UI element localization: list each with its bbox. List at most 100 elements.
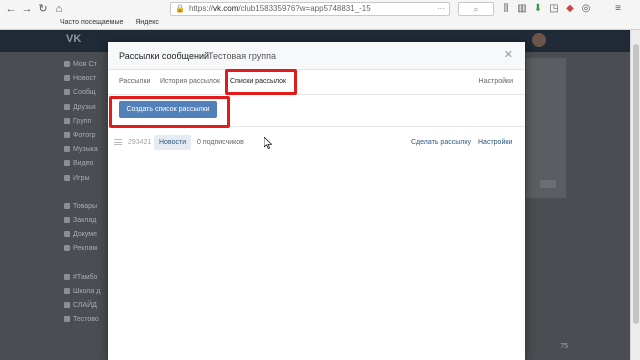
sidebar-item-icon <box>64 288 70 294</box>
sidebar-item: Сообщ <box>64 86 108 100</box>
modal-group-name: Тестовая группа <box>208 51 277 61</box>
sidebar-item: #Тамбо <box>64 271 108 285</box>
library-icon[interactable]: ⫼ <box>500 2 512 16</box>
sidebar-item-label: Музыка <box>73 146 98 154</box>
sidebar-item <box>64 186 108 200</box>
sidebar-item-label: Школа д <box>73 288 101 295</box>
sidebar-item: Заклад <box>64 214 108 228</box>
sidebar-item-label: Товары <box>73 202 98 210</box>
sidebar-item: Видео <box>64 157 108 171</box>
addon-icon[interactable]: ◆ <box>564 2 576 16</box>
list-settings-link[interactable]: Настройки <box>478 139 512 146</box>
sidebar-item: Тестово <box>64 313 108 327</box>
page-actions-icon[interactable]: ··· <box>437 3 445 15</box>
mouse-cursor-icon <box>264 137 272 149</box>
sidebar-item-label: Видео <box>73 160 94 168</box>
scrollbar[interactable] <box>630 30 640 360</box>
sidebar-item-icon <box>64 174 70 181</box>
home-icon[interactable]: ⌂ <box>52 2 66 16</box>
tab-settings[interactable]: Настройки <box>479 78 513 85</box>
close-icon[interactable]: ✕ <box>504 49 513 61</box>
reload-icon[interactable]: ↻ <box>36 2 50 16</box>
sidebar-item: Новост <box>64 72 108 86</box>
sidebar-item-icon <box>64 75 70 82</box>
sidebar-item-label: #Тамбо <box>73 273 98 281</box>
address-bar[interactable]: 🔒 https://vk.com/club158335976?w=app5748… <box>170 2 450 16</box>
menu-icon[interactable]: ≡ <box>612 2 624 16</box>
sidebar-item-label: Моя Ст <box>73 61 97 68</box>
sidebar-item-icon <box>64 117 70 124</box>
sidebar-item-icon <box>64 103 70 110</box>
scrollbar-thumb[interactable] <box>633 44 639 324</box>
lock-icon: 🔒 <box>175 4 185 13</box>
sidebar-item <box>64 257 108 271</box>
sidebar-item: Музыка <box>64 143 108 157</box>
tab-mailings[interactable]: Рассылки <box>119 78 150 85</box>
search-icon[interactable]: ⌕ <box>458 2 494 16</box>
sidebar-item: Товары <box>64 200 108 214</box>
bookmarks-bar: Часто посещаемые Яндекс <box>60 17 169 29</box>
sidebar-item-label: Фотогр <box>73 131 96 139</box>
sidebar-item: Реклам <box>64 242 108 256</box>
highlight-lists-tab <box>225 69 297 95</box>
sidebar-item: Друзья <box>64 101 108 115</box>
mailing-modal: Рассылки сообщений Тестовая группа ✕ Рас… <box>108 42 525 360</box>
sidebar-item-icon <box>64 202 70 209</box>
url-domain: vk.com <box>213 4 239 13</box>
sidebar-item-label: Реклам <box>73 245 98 253</box>
tab-history[interactable]: История рассылок <box>160 78 220 85</box>
url-path: /club158335976?w=app5748831_-15 <box>238 4 371 13</box>
sidebar-item-icon <box>64 231 70 238</box>
url-prefix: https:// <box>189 4 214 13</box>
bookmark-yandex[interactable]: Яндекс <box>135 19 159 26</box>
sidebar-item-label: Докуме <box>73 231 97 239</box>
sidebar-item-label: Сообщ <box>73 89 96 97</box>
sidebar-item-icon <box>64 302 70 309</box>
vk-group-card <box>526 58 566 198</box>
sidebar-item: Школа д <box>64 285 108 299</box>
sidebar-item-icon <box>64 146 70 153</box>
sidebar-item: Групп <box>64 115 108 129</box>
browser-toolbar: ← → ↻ ⌂ 🔒 https://vk.com/club158335976?w… <box>0 0 640 30</box>
sidebar-item-label: Друзья <box>73 103 96 111</box>
drag-handle-icon[interactable] <box>114 139 122 145</box>
sidebar-item-label: СЛАЙД <box>73 302 97 310</box>
sidebar-item-icon <box>64 316 70 323</box>
back-icon[interactable]: ← <box>4 2 18 16</box>
sidebar-item-icon <box>64 131 70 138</box>
modal-title: Рассылки сообщений <box>119 51 209 61</box>
highlight-create-button <box>109 96 230 128</box>
send-mailing-link[interactable]: Сделать рассылку <box>411 139 471 146</box>
modal-header: Рассылки сообщений Тестовая группа ✕ <box>108 42 525 70</box>
sidebar-item-icon <box>64 245 70 252</box>
sidebar-item: Докуме <box>64 228 108 242</box>
sidebar-item-label: Тестово <box>73 316 99 324</box>
sidebar-item-label: Заклад <box>73 217 97 225</box>
sidebar-item: СЛАЙД <box>64 299 108 313</box>
sidebar-item: Фотогр <box>64 129 108 143</box>
sidebar-item-label: Групп <box>73 117 92 125</box>
download-icon[interactable]: ⬇ <box>532 2 544 16</box>
sidebar-item: Моя Ст <box>64 58 108 72</box>
sidebar-item: Игры <box>64 172 108 186</box>
list-id: 293421 <box>128 139 152 146</box>
zoom-level: 75 <box>560 343 568 350</box>
vk-more-button <box>540 180 556 188</box>
sidebar-item-icon <box>64 273 70 280</box>
sidebar-item-label: Новост <box>73 75 97 83</box>
sidebar-item-icon <box>64 89 70 96</box>
sidebar-item-icon <box>64 61 70 67</box>
sidebar-item-icon <box>64 160 70 167</box>
sidebar-item-icon <box>64 217 70 224</box>
sidebar-icon[interactable]: ▥ <box>516 2 528 16</box>
list-item: 293421 Новости 0 подписчиков Сделать рас… <box>108 134 525 152</box>
bookmark-frequent[interactable]: Часто посещаемые <box>60 19 123 26</box>
extension-icon[interactable]: ◳ <box>548 2 560 16</box>
forward-icon[interactable]: → <box>20 2 34 16</box>
list-name[interactable]: Новости <box>154 135 192 150</box>
vk-sidebar: Моя Ст Новост Сообщ Друзья Групп Фотогр Музыка… <box>64 58 108 328</box>
sidebar-item-label: Игры <box>73 174 90 182</box>
avatar[interactable] <box>532 33 546 47</box>
vk-logo[interactable]: VK <box>66 33 81 45</box>
extension-icon-2[interactable]: ◎ <box>580 2 592 16</box>
